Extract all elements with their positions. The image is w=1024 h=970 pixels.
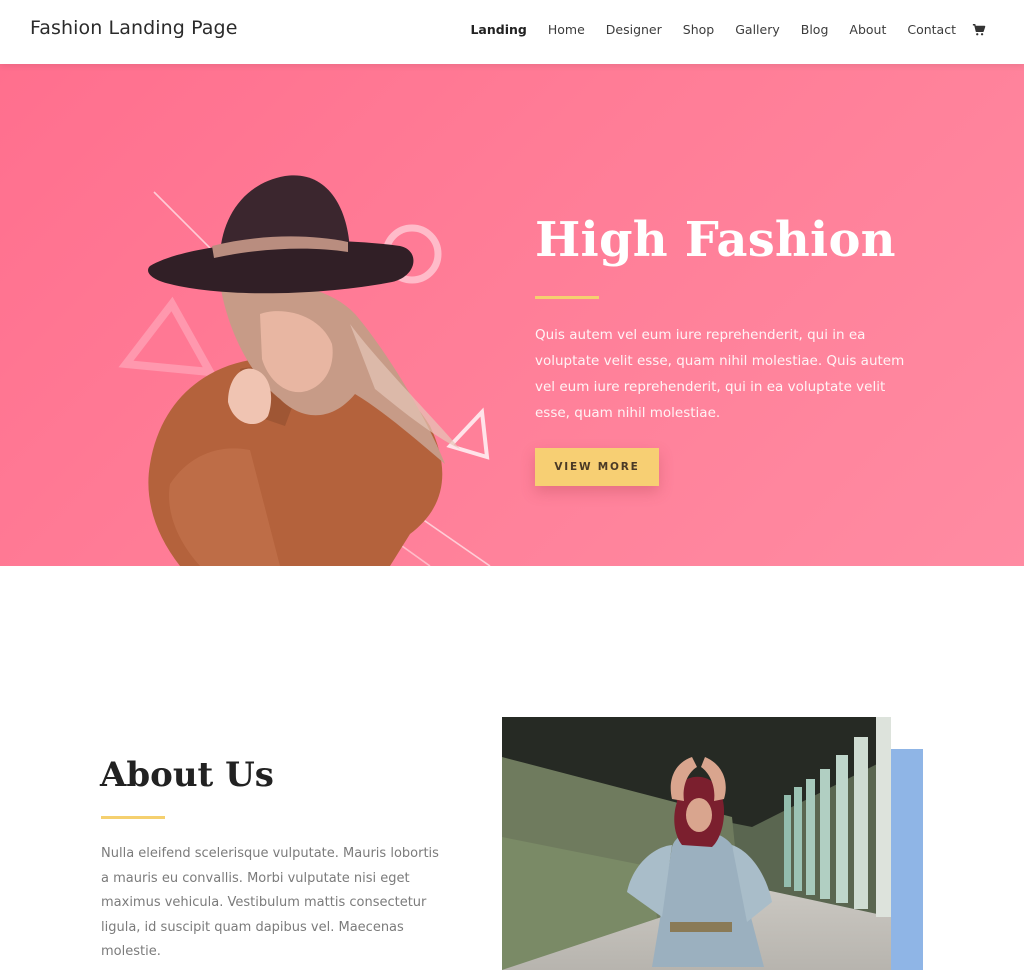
nav-item-home[interactable]: Home — [548, 22, 585, 37]
about-title: About Us — [100, 755, 274, 795]
nav-item-blog[interactable]: Blog — [801, 22, 829, 37]
site-logo[interactable]: Fashion Landing Page — [30, 17, 238, 39]
hero-description: Quis autem vel eum iure reprehenderit, q… — [535, 327, 905, 421]
about-accent-block — [890, 749, 923, 970]
about-description: Nulla eleifend scelerisque vulputate. Ma… — [101, 846, 439, 959]
nav-item-contact[interactable]: Contact — [907, 22, 956, 37]
site-header: Fashion Landing Page Landing Home Design… — [0, 0, 1024, 64]
hero-section: High Fashion Quis autem vel eum iure rep… — [0, 64, 1024, 566]
about-image — [502, 717, 891, 970]
main-nav: Landing Home Designer Shop Gallery Blog … — [449, 22, 986, 37]
shopping-cart-icon[interactable] — [972, 23, 986, 37]
hero-title: High Fashion — [535, 212, 896, 268]
about-title-divider — [101, 816, 165, 819]
view-more-button[interactable]: VIEW MORE — [535, 448, 659, 486]
hero-title-divider — [535, 296, 599, 299]
nav-item-about[interactable]: About — [849, 22, 886, 37]
nav-item-shop[interactable]: Shop — [683, 22, 714, 37]
nav-item-landing[interactable]: Landing — [470, 22, 526, 37]
hero-image — [118, 175, 491, 566]
nav-item-gallery[interactable]: Gallery — [735, 22, 780, 37]
nav-item-designer[interactable]: Designer — [606, 22, 662, 37]
